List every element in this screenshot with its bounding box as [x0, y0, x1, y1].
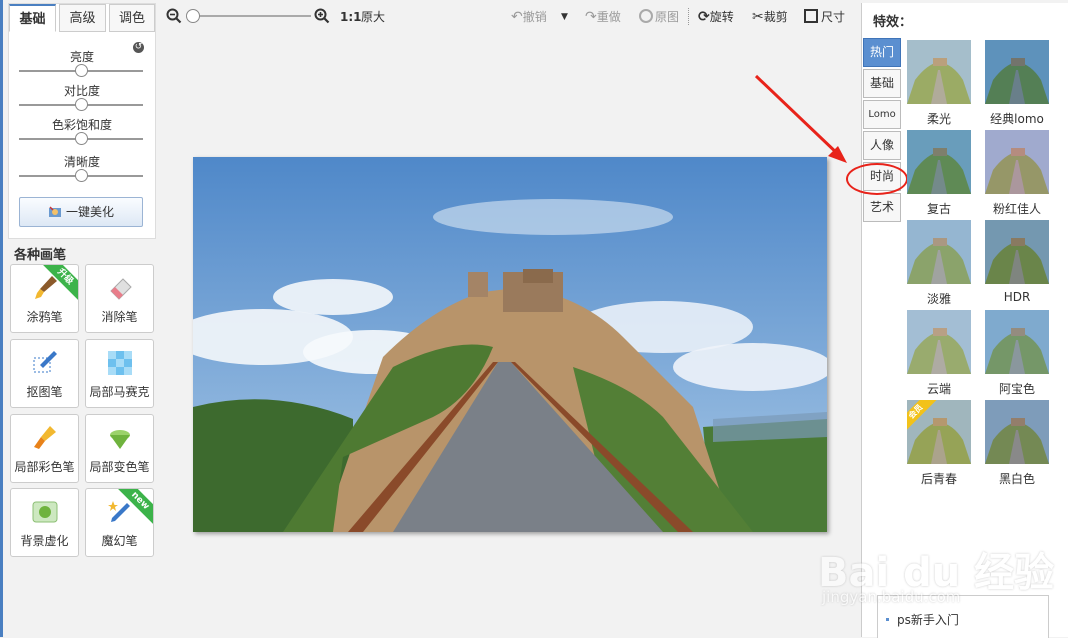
recolor-brush-button[interactable]: 局部变色笔: [85, 414, 154, 483]
blur-icon: [30, 497, 60, 527]
color-brush-icon: [30, 423, 60, 453]
cutout-pen-icon: [30, 348, 60, 378]
undo-label: 撤销: [522, 10, 547, 24]
original-size-button[interactable]: 原大: [361, 8, 385, 26]
annotation-arrow: [750, 70, 860, 190]
zoom-ratio[interactable]: 1:1: [340, 8, 362, 26]
effect-thumb[interactable]: [985, 40, 1049, 104]
zoom-out-icon[interactable]: [166, 8, 182, 26]
background-blur-label: 背景虚化: [20, 534, 69, 548]
rotate-button[interactable]: ⟳旋转: [698, 8, 734, 26]
toolbar-divider: [688, 8, 690, 25]
original-image-button[interactable]: 原图: [639, 8, 679, 26]
slider-label-contrast: 对比度: [63, 84, 100, 98]
original-image-label: 原图: [655, 10, 680, 24]
tab-color[interactable]: 调色: [109, 4, 155, 32]
redo-icon: ↷: [585, 9, 597, 25]
resize-icon: [804, 9, 818, 23]
one-click-beautify-label: 一键美化: [65, 205, 114, 219]
category-tab-art[interactable]: 艺术: [863, 193, 901, 222]
category-tab-hot[interactable]: 热门: [863, 38, 901, 67]
redo-label: 重做: [596, 10, 621, 24]
rotate-icon: ⟳: [698, 9, 710, 25]
crop-button[interactable]: ✂裁剪: [752, 8, 788, 26]
mosaic-icon: [105, 348, 135, 378]
eraser-brush-button[interactable]: 消除笔: [85, 264, 154, 333]
bottom-link[interactable]: ps新手入门: [897, 611, 959, 628]
effect-thumb[interactable]: [985, 400, 1049, 464]
main-photo[interactable]: [193, 157, 827, 532]
zoom-in-icon[interactable]: [314, 8, 330, 26]
color-brush-button[interactable]: 局部彩色笔: [10, 414, 79, 483]
tab-basic[interactable]: 基础: [9, 4, 56, 32]
magic-brush-label: 魔幻笔: [101, 534, 138, 548]
watermark-url: jingyan.baidu.com: [822, 588, 961, 606]
mosaic-brush-button[interactable]: 局部马赛克: [85, 339, 154, 408]
brushes-title: 各种画笔: [14, 248, 67, 263]
bullet-icon: [886, 618, 889, 621]
effect-thumb[interactable]: [907, 130, 971, 194]
effect-label: 柔光: [926, 112, 951, 126]
doodle-brush-label: 涂鸦笔: [26, 310, 63, 324]
effect-label: 阿宝色: [998, 382, 1035, 396]
paint-bucket-icon: [105, 423, 135, 453]
category-tab-basic[interactable]: 基础: [863, 69, 901, 98]
sharpness-slider-thumb[interactable]: [75, 169, 88, 182]
highlight-circle: [846, 163, 908, 195]
effect-label: HDR: [1003, 290, 1031, 304]
effects-title: 特效：: [873, 15, 913, 30]
original-circle-icon: [639, 9, 653, 23]
zoom-slider[interactable]: [189, 15, 311, 17]
brightness-slider-thumb[interactable]: [75, 64, 88, 77]
effect-thumb[interactable]: [985, 220, 1049, 284]
effect-thumb[interactable]: [907, 310, 971, 374]
eraser-icon: [105, 273, 135, 303]
effect-thumb[interactable]: [985, 310, 1049, 374]
cutout-brush-label: 抠图笔: [26, 385, 63, 399]
one-click-beautify-button[interactable]: 一键美化: [19, 197, 143, 227]
size-button[interactable]: 尺寸: [804, 8, 845, 26]
effect-thumb[interactable]: [907, 40, 971, 104]
size-label: 尺寸: [821, 10, 846, 24]
redo-button[interactable]: ↷重做: [585, 8, 621, 26]
crop-label: 裁剪: [763, 10, 788, 24]
effect-thumb[interactable]: [985, 130, 1049, 194]
cutout-brush-button[interactable]: 抠图笔: [10, 339, 79, 408]
saturation-slider-thumb[interactable]: [75, 132, 88, 145]
effect-label: 经典lomo: [990, 112, 1044, 126]
magic-wand-icon: [48, 200, 62, 217]
slider-label-saturation: 色彩饱和度: [51, 118, 112, 132]
category-tab-portrait[interactable]: 人像: [863, 131, 901, 160]
mosaic-brush-label: 局部马赛克: [89, 385, 150, 399]
rotate-label: 旋转: [709, 10, 734, 24]
left-edge-bar: [0, 0, 3, 637]
adjust-panel: 基础 高级 调色 ↺ 亮度 对比度 色彩饱和度 清晰度 一键美化: [8, 3, 156, 239]
effect-label: 后青春: [920, 472, 957, 486]
effect-label: 粉红佳人: [992, 202, 1041, 216]
magic-brush-button[interactable]: new 魔幻笔: [85, 488, 154, 557]
effect-label: 淡雅: [926, 292, 951, 306]
tab-advanced[interactable]: 高级: [59, 4, 106, 32]
recolor-brush-label: 局部变色笔: [89, 460, 150, 474]
scissors-icon: ✂: [752, 9, 764, 25]
eraser-brush-label: 消除笔: [101, 310, 138, 324]
slider-label-brightness: 亮度: [69, 50, 94, 64]
undo-icon: ↶: [511, 9, 523, 25]
effect-label: 黑白色: [998, 472, 1035, 486]
doodle-brush-button[interactable]: 升级 涂鸦笔: [10, 264, 79, 333]
effect-thumb[interactable]: 会员: [907, 400, 971, 464]
effect-label: 复古: [926, 202, 951, 216]
effect-thumb[interactable]: [907, 220, 971, 284]
category-tab-lomo[interactable]: Lomo: [863, 100, 901, 129]
undo-button[interactable]: ↶撤销: [511, 8, 547, 26]
contrast-slider-thumb[interactable]: [75, 98, 88, 111]
slider-label-sharpness: 清晰度: [63, 155, 100, 169]
background-blur-button[interactable]: 背景虚化: [10, 488, 79, 557]
effect-label: 云端: [926, 382, 951, 396]
undo-dropdown-icon[interactable]: ▼: [561, 8, 568, 26]
color-brush-label: 局部彩色笔: [14, 460, 75, 474]
zoom-slider-thumb[interactable]: [186, 9, 200, 23]
